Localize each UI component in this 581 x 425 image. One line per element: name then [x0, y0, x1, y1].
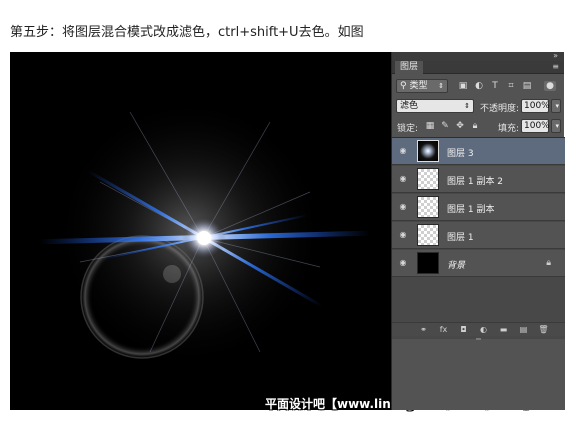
layers-panel: » 图层 ≡ ⚲ 类型 ⇕ ▣ ◐ T ⌗ ▤ ● 滤色 ⇕ 不透明度: 100… — [391, 51, 565, 410]
document-canvas[interactable] — [10, 52, 391, 410]
chevron-updown-icon: ⇕ — [464, 102, 470, 110]
opacity-label: 不透明度: — [480, 104, 520, 114]
eye-icon[interactable]: ◉ — [398, 147, 408, 155]
eye-icon[interactable]: ◉ — [398, 175, 408, 183]
layer-thumbnail — [417, 140, 439, 162]
new-group-icon[interactable]: ▬ — [498, 325, 509, 335]
smart-object-filter-icon[interactable]: ▤ — [522, 81, 532, 91]
layer-filter-row: ⚲ 类型 ⇕ ▣ ◐ T ⌗ ▤ ● — [392, 76, 565, 96]
filter-toggle-icon[interactable]: ● — [544, 81, 556, 91]
layer-name: 图层 1 — [447, 233, 474, 243]
fill-label: 填充: — [498, 124, 520, 134]
panel-dock-bar: » — [392, 51, 564, 61]
eye-icon[interactable]: ◉ — [398, 203, 408, 211]
layer-row-layer-1-copy-2[interactable]: ◉ 图层 1 副本 2 — [392, 166, 565, 193]
fx-icon[interactable]: fx — [438, 325, 449, 335]
layer-name: 图层 1 副本 — [447, 205, 495, 215]
tab-layers[interactable]: 图层 — [395, 61, 424, 74]
adjustment-layer-icon[interactable]: ◐ — [478, 325, 489, 335]
eye-icon[interactable]: ◉ — [398, 259, 408, 267]
chevron-down-icon: ▾ — [555, 102, 559, 110]
opacity-dropdown-button[interactable]: ▾ — [551, 99, 561, 113]
lock-label: 锁定: — [397, 124, 419, 134]
layer-thumbnail — [417, 252, 439, 274]
type-filter-icon[interactable]: T — [490, 81, 500, 91]
lock-all-icon[interactable]: 🔒︎ — [470, 121, 480, 131]
blend-mode-select[interactable]: 滤色 ⇕ — [396, 99, 474, 113]
lock-row: 锁定: ▦ ✎ ✥ 🔒︎ 填充: 100% ▾ — [392, 116, 565, 136]
adjustment-filter-icon[interactable]: ◐ — [474, 81, 484, 91]
layer-row-layer-3[interactable]: ◉ 图层 3 — [392, 138, 565, 165]
lock-position-icon[interactable]: ✥ — [455, 121, 465, 131]
fill-field[interactable]: 100% — [521, 119, 550, 133]
lock-icon: 🔒︎ — [546, 258, 551, 268]
lens-flare-image — [39, 97, 370, 367]
eye-icon[interactable]: ◉ — [398, 231, 408, 239]
blend-row: 滤色 ⇕ 不透明度: 100% ▾ — [392, 96, 565, 116]
shape-filter-icon[interactable]: ⌗ — [506, 81, 516, 91]
blend-mode-value: 滤色 — [400, 101, 419, 111]
add-mask-icon[interactable]: ◘ — [458, 325, 469, 335]
layer-thumbnail — [417, 224, 439, 246]
layer-row-background[interactable]: ◉ 背景 🔒︎ — [392, 250, 565, 277]
lock-transparent-pixels-icon[interactable]: ▦ — [425, 121, 435, 131]
pixel-filter-icon[interactable]: ▣ — [458, 81, 468, 91]
filter-kind-value: 类型 — [409, 81, 428, 91]
double-chevron-right-icon[interactable]: » — [553, 51, 558, 60]
chevron-updown-icon: ⇕ — [438, 82, 444, 90]
opacity-field[interactable]: 100% — [521, 99, 550, 113]
layer-name: 图层 1 副本 2 — [447, 177, 504, 187]
layer-thumbnail — [417, 168, 439, 190]
new-layer-icon[interactable]: ▤ — [518, 325, 529, 335]
layer-row-layer-1-copy[interactable]: ◉ 图层 1 副本 — [392, 194, 565, 221]
panel-empty-area — [392, 339, 565, 410]
fill-dropdown-button[interactable]: ▾ — [551, 119, 561, 133]
lock-image-pixels-icon[interactable]: ✎ — [440, 121, 450, 131]
layer-thumbnail — [417, 196, 439, 218]
chevron-down-icon: ▾ — [555, 122, 559, 130]
link-layers-icon[interactable]: ⚭ — [418, 325, 429, 335]
layer-name: 图层 3 — [447, 149, 474, 159]
panel-menu-icon[interactable]: ≡ — [552, 62, 559, 71]
step-caption: 第五步：将图层混合模式改成滤色，ctrl+shift+U去色。如图 — [10, 25, 364, 40]
panel-tab-row: 图层 ≡ — [392, 61, 564, 74]
layer-name: 背景 — [447, 261, 466, 271]
layers-panel-footer: ⚭ fx ◘ ◐ ▬ ▤ 🗑︎ — [392, 322, 565, 336]
trash-icon[interactable]: 🗑︎ — [538, 325, 549, 335]
filter-kind-select[interactable]: ⚲ 类型 ⇕ — [396, 79, 448, 93]
layer-row-layer-1[interactable]: ◉ 图层 1 — [392, 222, 565, 249]
resize-grip[interactable] — [476, 338, 481, 340]
